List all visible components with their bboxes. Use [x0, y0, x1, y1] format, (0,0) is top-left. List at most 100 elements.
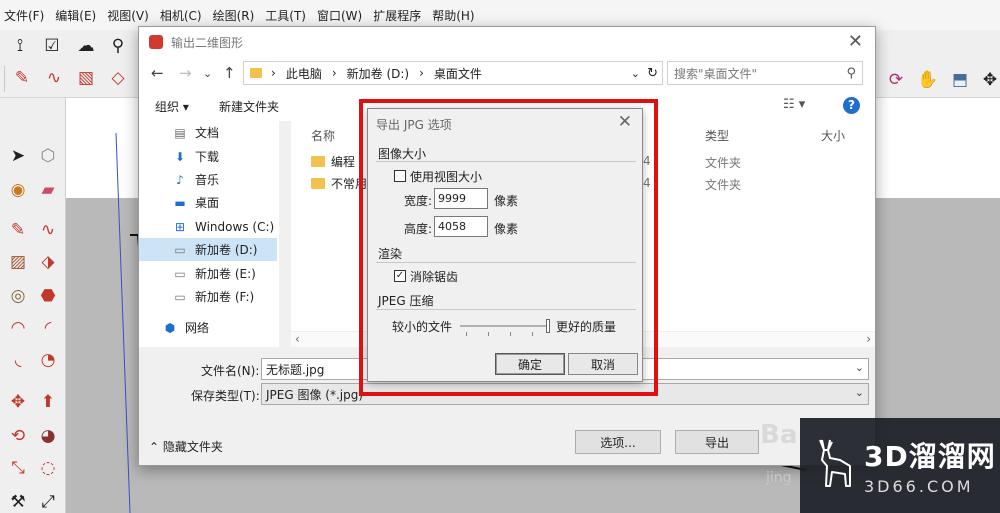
eraser-icon[interactable]: ▰: [36, 178, 60, 202]
menu-window[interactable]: 窗口(W): [317, 7, 362, 24]
nav-item-drive-d[interactable]: ▭ 新加卷 (D:): [139, 238, 277, 261]
menu-edit[interactable]: 编辑(E): [55, 7, 96, 24]
column-header-size[interactable]: 大小: [821, 127, 845, 144]
pan-hand-icon[interactable]: ✋: [916, 68, 940, 92]
rectangle-tool-icon[interactable]: ▨: [6, 250, 30, 274]
nav-item-windows-c[interactable]: ⊞ Windows (C:): [139, 215, 277, 238]
checkmark-icon[interactable]: ☑: [40, 34, 64, 58]
nav-pane-scrollbar[interactable]: [279, 121, 291, 347]
filetype-select[interactable]: JPEG 图像 (*.jpg) ⌄: [261, 383, 869, 405]
paint-bucket-icon[interactable]: ◉: [6, 178, 30, 202]
scale-icon[interactable]: ⤡: [6, 456, 30, 480]
options-button[interactable]: 选项...: [575, 430, 661, 454]
column-header-name[interactable]: 名称: [311, 127, 335, 144]
breadcrumb-desktop-files[interactable]: 桌面文件: [434, 65, 482, 82]
orbit-icon[interactable]: ⟳: [884, 68, 908, 92]
three-point-arc-icon[interactable]: ◟: [6, 348, 30, 372]
nav-item-music[interactable]: ♪ 音乐: [139, 168, 277, 191]
zoom-window-icon[interactable]: ⬒: [948, 68, 972, 92]
circle-icon[interactable]: ◎: [6, 284, 30, 308]
push-pull-icon[interactable]: ⬆: [36, 390, 60, 414]
up-arrow-icon[interactable]: ↑: [223, 64, 236, 82]
move-icon[interactable]: ✥: [6, 390, 30, 414]
navigation-row: ← → ⌄ ↑ › 此电脑 › 新加卷 (D:) › 桌面文件 ⌄ ↻ 搜索"桌…: [139, 59, 875, 89]
nav-item-drive-e[interactable]: ▭ 新加卷 (E:): [139, 262, 277, 285]
rotated-rect-tool-icon[interactable]: ⬗: [36, 250, 60, 274]
folder-icon: [311, 155, 325, 167]
recent-chevron-icon[interactable]: ⌄: [203, 67, 212, 80]
nav-item-downloads[interactable]: ⬇ 下载: [139, 145, 277, 168]
menu-draw[interactable]: 绘图(R): [213, 7, 255, 24]
chevron-down-icon[interactable]: ⌄: [855, 386, 864, 399]
menu-view[interactable]: 视图(V): [107, 7, 149, 24]
scroll-right-icon[interactable]: ›: [866, 332, 871, 346]
dialog-title: 输出二维图形: [171, 35, 244, 50]
nav-item-network[interactable]: ⬢ 网络: [139, 316, 277, 339]
export-button[interactable]: 导出: [675, 430, 759, 454]
dimension-icon[interactable]: ⤢: [36, 490, 60, 513]
column-header-type[interactable]: 类型: [705, 127, 729, 144]
file-row[interactable]: 编程: [311, 151, 355, 171]
breadcrumb-drive-d[interactable]: 新加卷 (D:): [347, 65, 409, 82]
view-options-icon[interactable]: ☷ ▾: [783, 97, 805, 112]
address-dropdown-icon[interactable]: ⌄: [631, 67, 640, 80]
jpeg-quality-slider-thumb[interactable]: [546, 319, 550, 333]
pencil-icon[interactable]: ✎: [10, 66, 34, 90]
offset-icon[interactable]: ◌: [36, 456, 60, 480]
line-pencil-icon[interactable]: ✎: [6, 218, 30, 242]
freehand-icon[interactable]: ∿: [42, 66, 66, 90]
hide-folders-toggle[interactable]: ⌃ 隐藏文件夹: [149, 438, 223, 455]
cloud-upload-icon[interactable]: ☁: [74, 34, 98, 58]
use-view-size-checkbox[interactable]: [394, 170, 406, 182]
nav-item-desktop[interactable]: ▬ 桌面: [139, 191, 277, 214]
menu-extensions[interactable]: 扩展程序: [373, 7, 421, 24]
jpeg-quality-slider[interactable]: [460, 325, 548, 327]
antialias-checkbox[interactable]: ✓: [394, 270, 406, 282]
rotate-icon[interactable]: ⟲: [6, 424, 30, 448]
organize-menu[interactable]: 组织 ▾: [155, 98, 189, 115]
group-divider: [376, 262, 636, 263]
forward-arrow-icon[interactable]: →: [179, 64, 192, 82]
menu-tools[interactable]: 工具(T): [265, 7, 306, 24]
freehand-curve-icon[interactable]: ∿: [36, 218, 60, 242]
pie-icon[interactable]: ◔: [36, 348, 60, 372]
rectangle-icon[interactable]: ▧: [74, 66, 98, 90]
help-icon[interactable]: ?: [843, 97, 860, 114]
group-divider: [376, 161, 636, 162]
height-input[interactable]: 4058: [434, 216, 488, 237]
width-input[interactable]: 9999: [434, 188, 488, 209]
file-row[interactable]: 不常用: [311, 173, 367, 193]
cancel-button[interactable]: 取消: [568, 353, 638, 375]
close-icon[interactable]: ✕: [618, 112, 632, 132]
nav-item-documents[interactable]: ▤ 文档: [139, 121, 277, 144]
tape-measure-icon[interactable]: ⚒: [6, 490, 30, 513]
make-component-icon[interactable]: ⬡: [36, 144, 60, 168]
address-bar[interactable]: › 此电脑 › 新加卷 (D:) › 桌面文件 ⌄ ↻: [243, 61, 663, 85]
scroll-left-icon[interactable]: ‹: [295, 332, 300, 346]
rotated-rectangle-icon[interactable]: ◇: [106, 66, 130, 90]
menu-file[interactable]: 文件(F): [4, 7, 44, 24]
arc-icon[interactable]: ◠: [6, 316, 30, 340]
select-arrow-icon[interactable]: ➤: [6, 144, 30, 168]
zoom-extents-icon[interactable]: ✥: [978, 68, 1000, 92]
chevron-down-icon[interactable]: ⌄: [855, 361, 864, 374]
menu-camera[interactable]: 相机(C): [160, 7, 202, 24]
breadcrumb-this-pc[interactable]: 此电脑: [286, 65, 322, 82]
two-point-arc-icon[interactable]: ◜: [36, 316, 60, 340]
nav-item-drive-f[interactable]: ▭ 新加卷 (F:): [139, 285, 277, 308]
width-unit-label: 像素: [494, 194, 519, 208]
polygon-icon[interactable]: ⬣: [36, 284, 60, 308]
menu-help[interactable]: 帮助(H): [432, 7, 474, 24]
new-folder-button[interactable]: 新建文件夹: [219, 98, 279, 115]
group-divider: [376, 309, 636, 310]
download-arrow-icon: ⬇: [174, 149, 186, 164]
ok-button[interactable]: 确定: [495, 353, 565, 375]
component-icon[interactable]: ⟟: [8, 34, 32, 58]
follow-me-icon[interactable]: ◕: [36, 424, 60, 448]
close-icon[interactable]: ✕: [848, 31, 863, 52]
search-input[interactable]: 搜索"桌面文件" ⚲: [667, 61, 863, 85]
refresh-icon[interactable]: ↻: [647, 66, 658, 81]
search-icon[interactable]: ⚲: [846, 66, 856, 81]
back-arrow-icon[interactable]: ←: [151, 64, 164, 82]
add-location-icon[interactable]: ⚲: [106, 34, 130, 58]
